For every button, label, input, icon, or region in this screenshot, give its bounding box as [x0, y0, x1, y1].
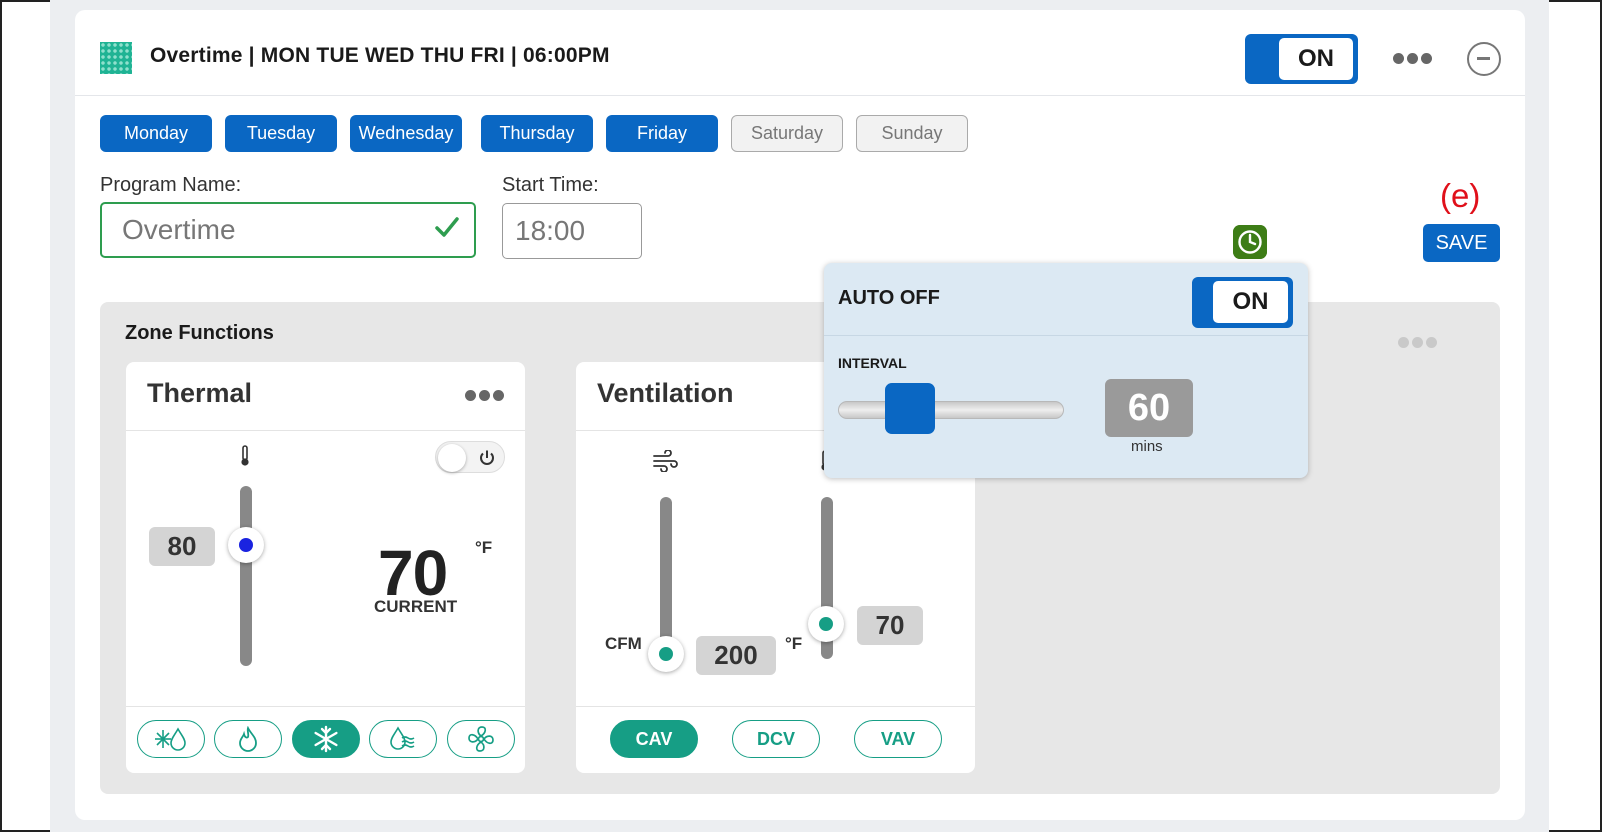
thermal-title: Thermal [147, 378, 253, 408]
start-time-label: Start Time: [502, 174, 599, 196]
cfm-value: 200 [696, 636, 776, 675]
heat-icon [239, 726, 257, 752]
day-tuesday[interactable]: Tuesday [225, 115, 337, 152]
mode-cool-button[interactable] [292, 720, 360, 758]
day-friday[interactable]: Friday [606, 115, 718, 152]
mode-heat-button[interactable] [214, 720, 282, 758]
mode-vav-button[interactable]: VAV [854, 720, 942, 758]
cfm-label: CFM [605, 634, 642, 653]
collapse-icon[interactable] [1467, 42, 1501, 76]
more-options-icon[interactable] [1393, 53, 1432, 64]
program-name-input[interactable]: Overtime [100, 202, 476, 258]
thermometer-icon [241, 445, 249, 466]
save-button[interactable]: SAVE [1423, 224, 1500, 262]
mode-auto-button[interactable] [137, 720, 205, 758]
cfm-slider[interactable] [660, 497, 672, 657]
program-name-label: Program Name: [100, 174, 242, 196]
auto-icon [155, 727, 186, 751]
fan-icon [468, 726, 494, 752]
auto-off-toggle[interactable]: ON [1192, 277, 1293, 328]
mode-dcv-button[interactable]: DCV [732, 720, 820, 758]
thermal-setpoint-value: 80 [149, 527, 215, 566]
temperature-unit: °F [475, 538, 493, 557]
vent-temp-slider-thumb[interactable] [808, 606, 844, 642]
zone-more-options-icon[interactable] [1398, 337, 1437, 348]
thermal-card [126, 362, 525, 773]
schedule-title: Overtime | MON TUE WED THU FRI | 06:00PM [150, 44, 610, 67]
vent-temp-unit: °F [785, 634, 803, 653]
start-time-input[interactable]: 18:00 [502, 203, 642, 259]
interval-value: 60 [1105, 379, 1193, 437]
day-wednesday[interactable]: Wednesday [350, 115, 462, 152]
humidity-icon [390, 726, 415, 750]
day-thursday[interactable]: Thursday [481, 115, 593, 152]
day-sunday[interactable]: Sunday [856, 115, 968, 152]
cfm-slider-thumb[interactable] [648, 636, 684, 672]
schedule-toggle-label: ON [1279, 38, 1353, 80]
mode-fan-button[interactable] [447, 720, 515, 758]
airflow-icon [653, 450, 678, 472]
grid-icon [100, 42, 132, 74]
thermal-setpoint-slider[interactable] [240, 486, 252, 666]
thermal-slider-thumb[interactable] [228, 527, 264, 563]
ventilation-title: Ventilation [597, 378, 734, 408]
interval-slider[interactable] [838, 401, 1064, 419]
current-label: CURRENT [374, 597, 458, 616]
cool-icon [314, 725, 338, 753]
check-icon [435, 217, 459, 237]
thermal-power-toggle[interactable] [435, 441, 505, 473]
interval-slider-thumb[interactable] [885, 383, 935, 434]
day-saturday[interactable]: Saturday [731, 115, 843, 152]
annotation-label: (e) [1440, 177, 1481, 214]
interval-unit: mins [1131, 438, 1163, 455]
power-icon [480, 450, 494, 465]
vent-temp-value: 70 [857, 606, 923, 645]
mode-humidity-button[interactable] [369, 720, 437, 758]
auto-off-title: AUTO OFF [838, 287, 940, 309]
zone-functions-title: Zone Functions [125, 322, 274, 344]
day-monday[interactable]: Monday [100, 115, 212, 152]
schedule-enable-toggle[interactable]: ON [1245, 34, 1358, 84]
interval-label: INTERVAL [838, 355, 907, 371]
thermal-more-options-icon[interactable] [465, 390, 504, 401]
clock-icon[interactable] [1233, 225, 1267, 259]
mode-cav-button[interactable]: CAV [610, 720, 698, 758]
auto-off-toggle-label: ON [1213, 281, 1288, 323]
